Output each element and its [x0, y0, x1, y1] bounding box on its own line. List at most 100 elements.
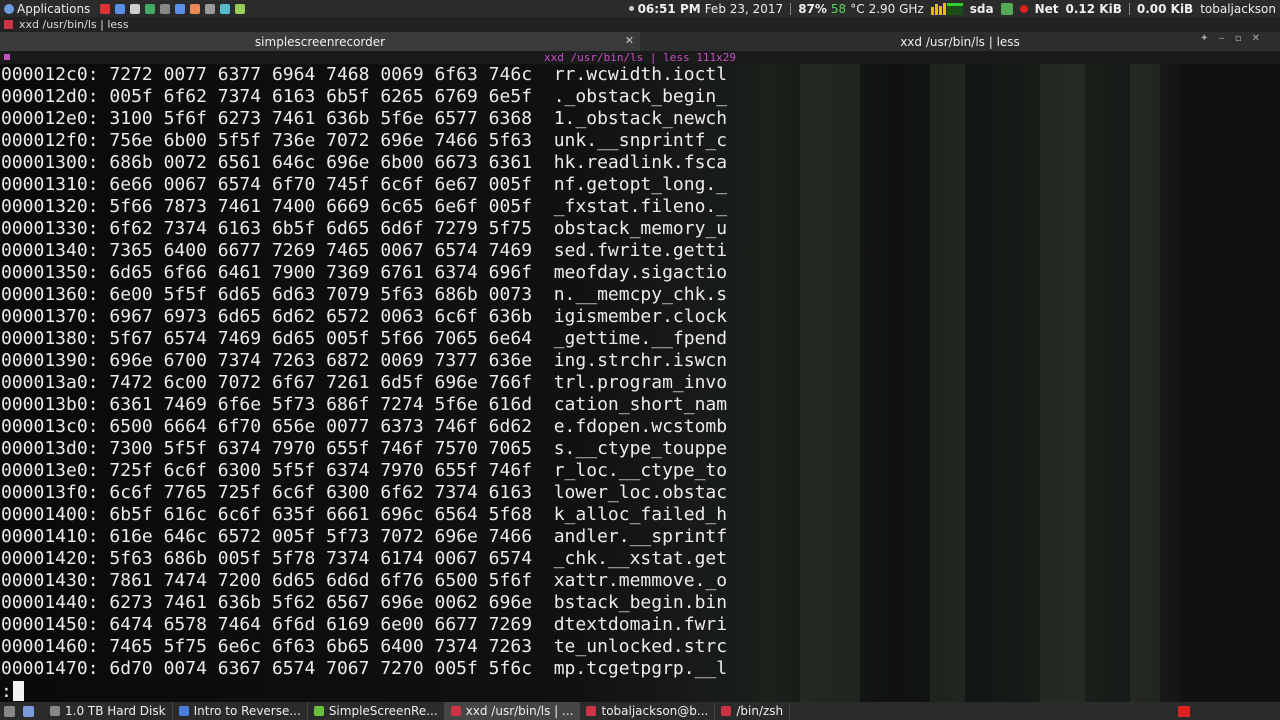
taskbar-launchers [0, 705, 34, 717]
maximize-icon[interactable]: ▫ [1235, 33, 1242, 44]
net-label: Net [1034, 1, 1059, 16]
hex-row: 000013a0: 7472 6c00 7072 6f67 7261 6d5f … [1, 372, 727, 394]
taskbar-task[interactable]: 1.0 TB Hard Disk [44, 702, 173, 720]
window-title: xxd /usr/bin/ls | less [19, 18, 129, 31]
browser-launcher-icon[interactable] [115, 3, 126, 14]
terminal-scrollbar[interactable] [1180, 64, 1280, 702]
taskbar-task[interactable]: xxd /usr/bin/ls | ... [444, 702, 581, 720]
terminal-icon [450, 706, 461, 716]
hex-bytes: 6967 6973 6d65 6d62 6572 0063 6c6f 636b [109, 306, 533, 327]
hex-row: 00001330: 6f62 7374 6163 6b5f 6d65 6d6f … [1, 218, 727, 240]
username[interactable]: tobaljackson [1200, 2, 1276, 16]
close-icon[interactable]: ✕ [625, 34, 634, 47]
clock-date[interactable]: Feb 23, 2017 [705, 2, 784, 16]
network-icon [1000, 2, 1013, 15]
taskbar: 1.0 TB Hard Disk Intro to Reverse... Simpl… [0, 702, 1280, 720]
applications-label: Applications [17, 1, 91, 16]
hex-row: 000012f0: 756e 6b00 5f5f 736e 7072 696e … [1, 130, 727, 152]
applications-menu[interactable]: Applications [0, 0, 94, 17]
tab-label: xxd /usr/bin/ls | less [900, 34, 1020, 49]
terminal-launcher-icon[interactable] [100, 3, 111, 14]
hex-row: 00001380: 5f67 6574 7469 6d65 005f 5f66 … [1, 328, 727, 350]
hex-bytes: 6361 7469 6f6e 5f73 686f 7274 5f6e 616d [109, 394, 533, 415]
settings-launcher-icon[interactable] [145, 3, 156, 14]
panel-separator [790, 2, 792, 15]
hex-bytes: 6e66 0067 6574 6f70 745f 6c6f 6e67 005f [109, 174, 533, 195]
calc-launcher-icon[interactable] [205, 3, 216, 14]
files-launcher-icon[interactable] [130, 3, 141, 14]
hex-row: 00001310: 6e66 0067 6574 6f70 745f 6c6f … [1, 174, 727, 196]
tab-simplescreenrecorder[interactable]: simplescreenrecorder ✕ [0, 32, 640, 51]
hex-row: 00001440: 6273 7461 636b 5f62 6567 696e … [1, 592, 727, 614]
tab-xxd-less[interactable]: xxd /usr/bin/ls | less [640, 32, 1280, 51]
hex-ascii: lower_loc.obstac [553, 482, 728, 503]
terminal-output[interactable]: 000012c0: 7272 0077 6377 6964 7468 0069 … [0, 64, 1280, 702]
clock-icon [628, 6, 634, 11]
tab-label: simplescreenrecorder [254, 34, 386, 49]
record-status-icon[interactable] [1019, 4, 1028, 13]
window-titlebar[interactable]: xxd /usr/bin/ls | less [0, 17, 1280, 32]
close-window-icon[interactable]: ✕ [1252, 33, 1260, 44]
hex-address: 00001430: [1, 570, 99, 591]
pane-marker-icon [4, 54, 10, 60]
clock-time[interactable]: 06:51 PM [638, 2, 701, 16]
hex-address: 00001450: [1, 614, 99, 635]
hex-bytes: 6f62 7374 6163 6b5f 6d65 6d6f 7279 5f75 [109, 218, 533, 239]
hex-address: 00001470: [1, 658, 99, 679]
hex-row: 00001320: 5f66 7873 7461 7400 6669 6c65 … [1, 196, 727, 218]
hex-row: 00001300: 686b 0072 6561 646c 696e 6b00 … [1, 152, 727, 174]
pane-title-bar: xxd /usr/bin/ls | less 111x29 [0, 51, 1280, 64]
home-folder-icon[interactable] [23, 705, 34, 717]
hex-ascii: _fxstat.fileno._ [553, 196, 728, 217]
network-launcher-icon[interactable] [175, 3, 186, 14]
mail-launcher-icon[interactable] [190, 3, 201, 14]
hex-ascii: r_loc.__ctype_to [553, 460, 728, 481]
hex-bytes: 5f66 7873 7461 7400 6669 6c65 6e6f 005f [109, 196, 533, 217]
hex-ascii: k_alloc_failed_h [553, 504, 728, 525]
show-desktop-icon[interactable] [4, 705, 15, 717]
hex-row: 00001470: 6d70 0074 6367 6574 7067 7270 … [1, 658, 727, 680]
cpu-temperature: 58 [830, 1, 847, 16]
hex-ascii: ing.strchr.iswcn [553, 350, 728, 371]
taskbar-task[interactable]: Intro to Reverse... [173, 702, 308, 720]
editor-launcher-icon[interactable] [160, 3, 171, 14]
hex-ascii: _chk.__xstat.get [553, 548, 728, 569]
hex-ascii: nf.getopt_long._ [553, 174, 728, 195]
hex-bytes: 3100 5f6f 6273 7461 636b 5f6e 6577 6368 [109, 108, 533, 129]
hex-bytes: 6474 6578 7464 6f6d 6169 6e00 6677 7269 [109, 614, 533, 635]
hex-address: 00001350: [1, 262, 99, 283]
prompt-char: : [1, 680, 12, 702]
hex-ascii: xattr.memmove._o [553, 570, 728, 591]
tray-recorder-icon[interactable] [1178, 706, 1190, 717]
hex-row: 00001460: 7465 5f75 6e6c 6f63 6b65 6400 … [1, 636, 727, 658]
terminal-icon [4, 20, 13, 29]
chrome-launcher-icon[interactable] [235, 3, 246, 14]
hex-bytes: 6273 7461 636b 5f62 6567 696e 0062 696e [109, 592, 533, 613]
hex-address: 000012f0: [1, 130, 99, 151]
hex-ascii: sed.fwrite.getti [553, 240, 728, 261]
net-upload-rate: 0.00 KiB [1136, 1, 1194, 16]
hex-row: 00001370: 6967 6973 6d65 6d62 6572 0063 … [1, 306, 727, 328]
hex-bytes: 5f67 6574 7469 6d65 005f 5f66 7065 6e64 [109, 328, 533, 349]
less-prompt[interactable]: : [1, 680, 24, 702]
taskbar-task[interactable]: SimpleScreenRe... [308, 702, 445, 720]
panel-status-area: 06:51 PM Feb 23, 2017 87% 58 °C 2.90 GHz… [628, 0, 1276, 17]
hex-address: 00001340: [1, 240, 99, 261]
taskbar-task[interactable]: /bin/zsh [715, 702, 791, 720]
hex-ascii: unk.__snprintf_c [553, 130, 728, 151]
disk-label: sda [969, 1, 994, 16]
hex-address: 00001320: [1, 196, 99, 217]
hex-address: 00001300: [1, 152, 99, 173]
minimize-icon[interactable]: ‒ [1218, 33, 1224, 44]
hex-bytes: 7300 5f5f 6374 7970 655f 746f 7570 7065 [109, 438, 533, 459]
taskbar-task-label: /bin/zsh [736, 704, 784, 718]
hex-ascii: hk.readlink.fsca [553, 152, 728, 173]
taskbar-task-label: Intro to Reverse... [193, 704, 301, 718]
taskbar-task-label: xxd /usr/bin/ls | ... [465, 704, 574, 718]
net-download-rate: 0.12 KiB [1065, 1, 1122, 16]
taskbar-task[interactable]: tobaljackson@b... [580, 702, 716, 720]
terminal-icon [586, 706, 597, 716]
chat-launcher-icon[interactable] [220, 3, 231, 14]
hex-address: 000012c0: [1, 64, 99, 85]
pin-icon[interactable]: ✦ [1200, 33, 1208, 44]
